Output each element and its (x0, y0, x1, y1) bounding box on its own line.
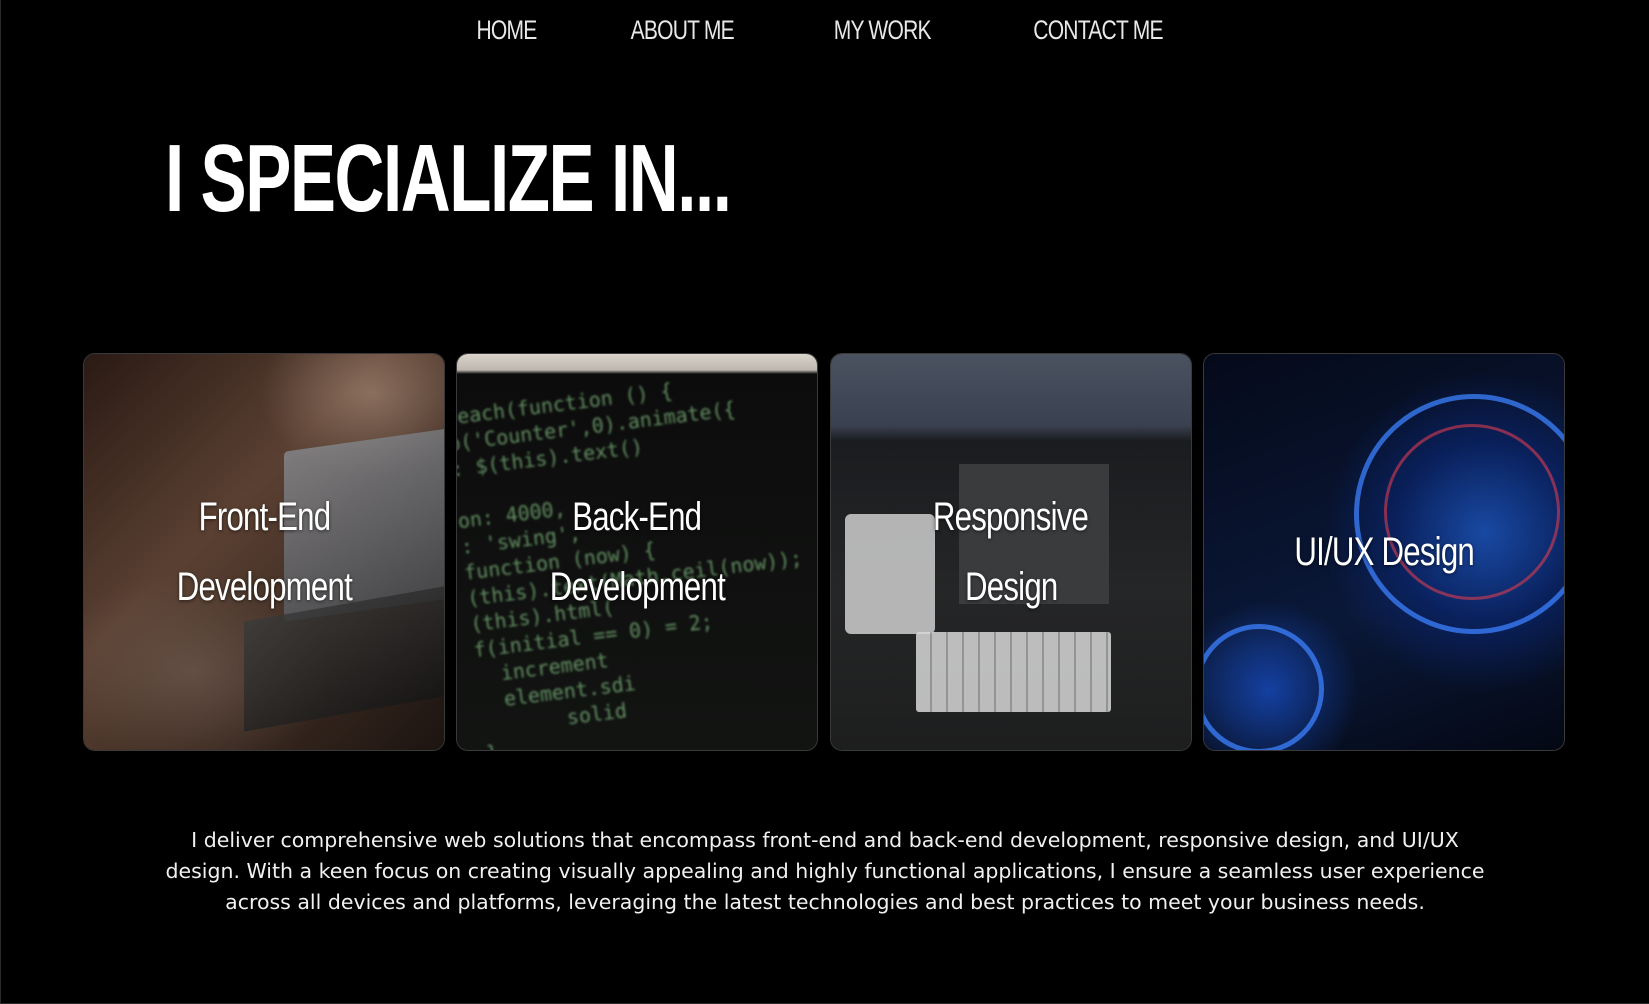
card-front-end-development[interactable]: Front-End Development (83, 353, 445, 751)
card-title-line: Development (176, 565, 352, 609)
top-navigation: HOME ABOUT ME MY WORK CONTACT ME (0, 6, 1649, 54)
card-responsive-design[interactable]: Responsive Design (830, 353, 1192, 751)
nav-about-me-link[interactable]: ABOUT ME (631, 6, 735, 54)
card-title-line: Responsive (933, 495, 1089, 539)
nav-contact-me-link[interactable]: CONTACT ME (1033, 6, 1163, 54)
section-heading: I SPECIALIZE IN... (165, 125, 732, 232)
card-title: Back-End Development (477, 482, 797, 622)
card-title-line: UI/UX Design (1294, 530, 1474, 574)
card-title-line: Back-End (572, 495, 702, 539)
card-back-end-development[interactable]: .each(function () { p('Counter',0).anima… (456, 353, 818, 751)
nav-home-link[interactable]: HOME (476, 6, 537, 54)
card-title: Responsive Design (851, 482, 1171, 622)
section-description: I deliver comprehensive web solutions th… (165, 828, 1485, 914)
card-ui-ux-design[interactable]: UI/UX Design (1203, 353, 1565, 751)
card-title-line: Design (964, 565, 1058, 609)
card-title-line: Front-End (198, 495, 330, 539)
card-title: Front-End Development (104, 482, 424, 622)
card-title-line: Development (549, 565, 725, 609)
specialty-cards: Front-End Development .each(function () … (83, 353, 1566, 753)
card-title: UI/UX Design (1224, 517, 1544, 587)
nav-my-work-link[interactable]: MY WORK (833, 6, 931, 54)
